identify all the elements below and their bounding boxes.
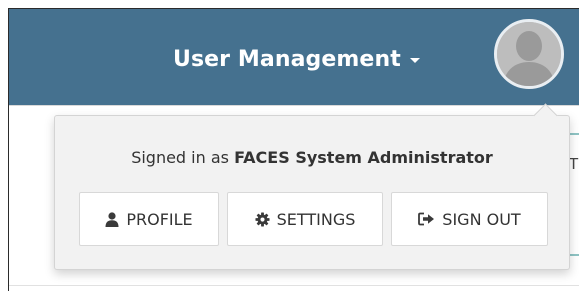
user-dropdown-menu: Signed in as FACES System Administrator … [54,103,570,270]
profile-button-label: PROFILE [126,209,193,229]
signed-in-user-name: FACES System Administrator [234,148,493,167]
sign-out-icon [418,212,435,226]
signed-in-prefix: Signed in as [131,148,229,167]
profile-button[interactable]: PROFILE [79,192,219,246]
top-header-bar: User Management [9,9,579,105]
dropdown-arrow [533,103,558,128]
gear-icon [255,211,270,227]
header-divider [9,105,579,106]
settings-button-label: SETTINGS [276,209,356,229]
user-management-menu-toggle[interactable]: User Management [173,39,420,79]
user-avatar-button[interactable] [494,19,564,89]
background-partial-text: T [569,155,579,173]
caret-down-icon [409,58,420,63]
content-divider [9,285,579,286]
sign-out-button[interactable]: SIGN OUT [391,192,548,246]
app-frame: User Management T Signed in as FACES Sys… [8,8,579,291]
sign-out-button-label: SIGN OUT [442,209,521,229]
settings-button[interactable]: SETTINGS [227,192,383,246]
signed-in-text: Signed in as FACES System Administrator [55,148,569,167]
user-avatar-icon [497,22,561,86]
user-management-label: User Management [173,46,401,72]
user-icon [105,211,119,227]
